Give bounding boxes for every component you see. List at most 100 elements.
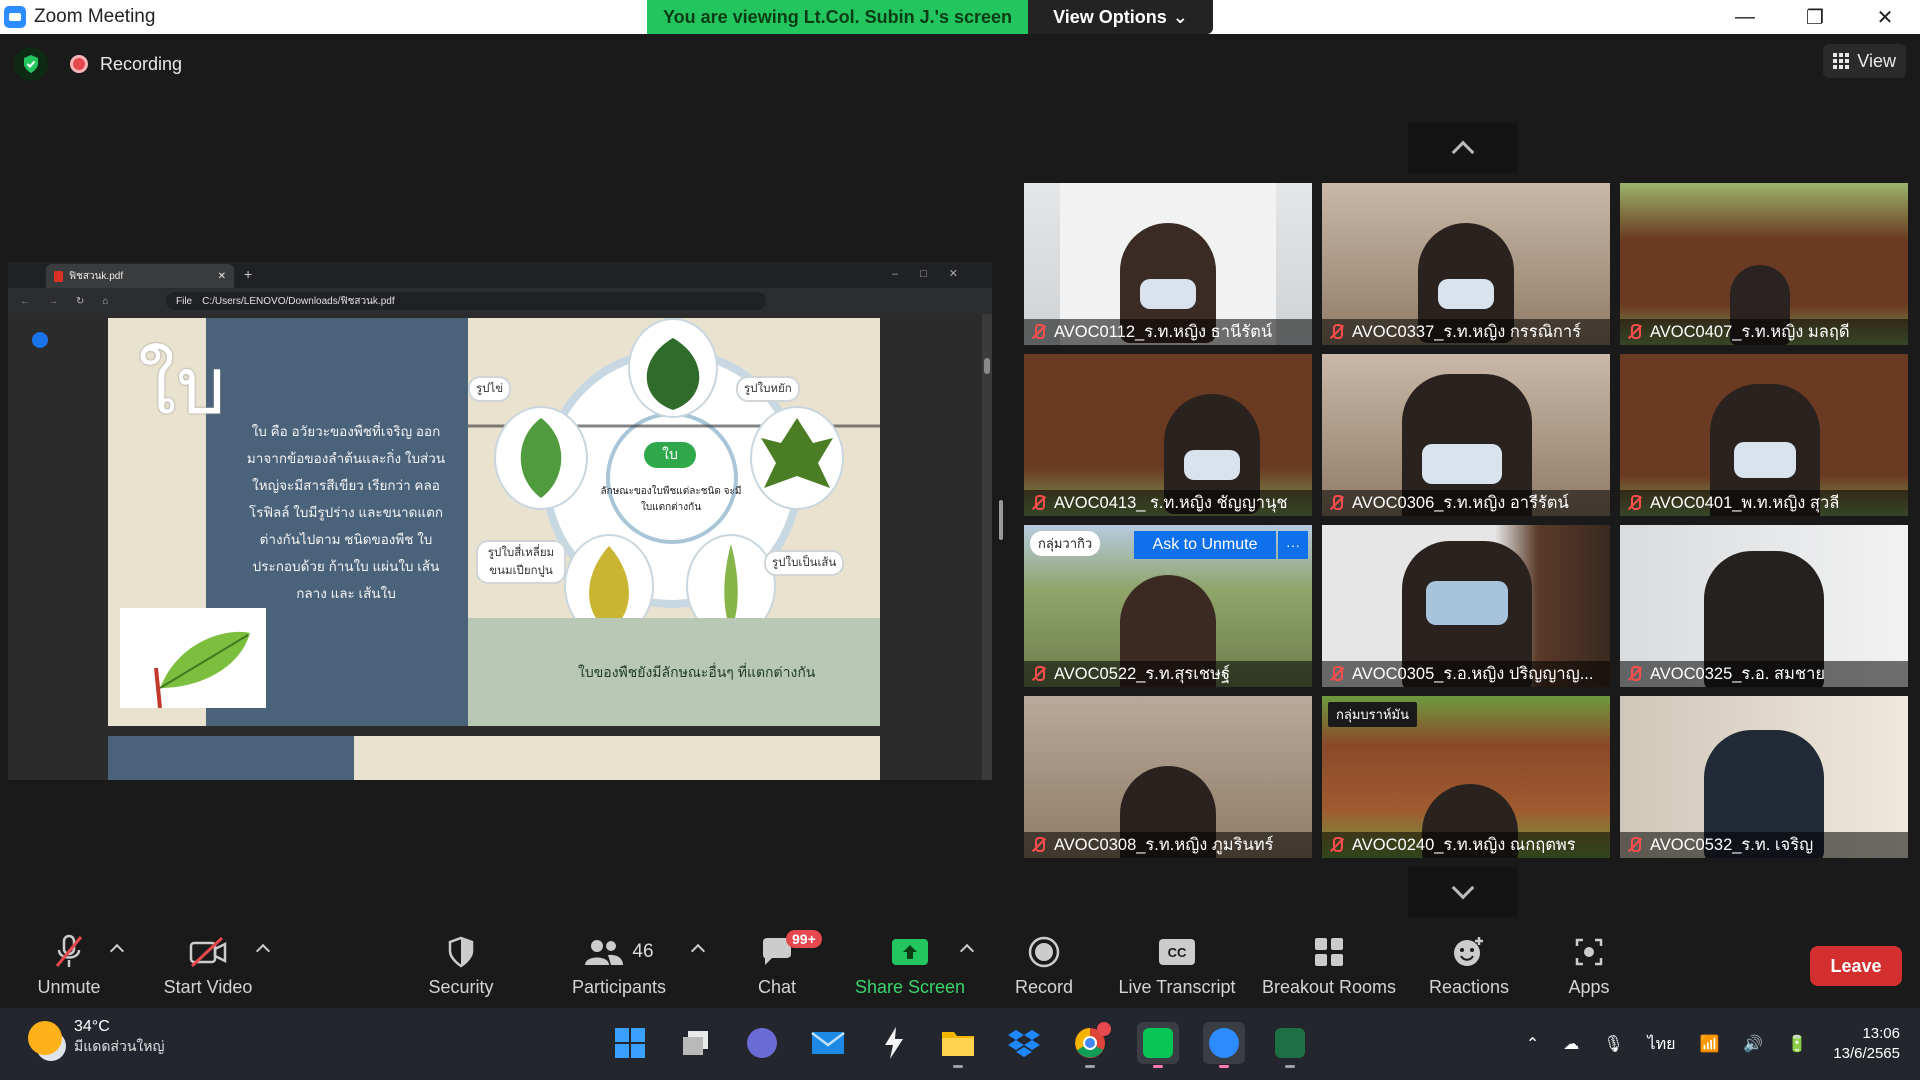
participant-name: AVOC0308_ร.ท.หญิง ภูมรินทร์ <box>1054 836 1274 854</box>
chevron-up-icon[interactable]: ⌃ <box>1526 1034 1539 1054</box>
home-icon[interactable]: ⌂ <box>102 296 108 307</box>
line-app[interactable] <box>1137 1022 1179 1068</box>
more-options-button[interactable]: ··· <box>1278 531 1308 559</box>
file-explorer-app[interactable] <box>937 1022 979 1068</box>
recording-icon[interactable] <box>70 55 88 73</box>
weather-widget[interactable]: 34°C มีแดดส่วนใหญ่ <box>28 1018 164 1058</box>
chat-button[interactable]: 99+ Chat <box>748 924 822 1008</box>
chrome-app[interactable] <box>1069 1022 1111 1068</box>
apps-button[interactable]: Apps <box>1564 924 1614 1008</box>
close-icon[interactable]: ✕ <box>1850 0 1920 34</box>
volume-icon[interactable]: 🔊 <box>1743 1034 1763 1054</box>
onedrive-cloud-icon[interactable]: ☁ <box>1563 1034 1579 1054</box>
gallery-page-down-button[interactable] <box>1408 867 1518 917</box>
breakout-rooms-button[interactable]: Breakout Rooms <box>1258 924 1400 1008</box>
zoom-logo-icon <box>4 6 26 28</box>
participant-name: AVOC0532_ร.ท. เจริญ <box>1650 836 1814 854</box>
input-language[interactable]: ไทย <box>1648 1032 1676 1057</box>
participants-button[interactable]: 46 Participants <box>566 924 672 1008</box>
address-bar[interactable]: File C:/Users/LENOVO/Downloads/ฟิชสวนk.p… <box>166 292 766 310</box>
video-tile[interactable]: AVOC0532_ร.ท. เจริญ <box>1620 696 1908 858</box>
start-menu-button[interactable] <box>609 1022 651 1064</box>
mic-muted-icon <box>1624 835 1644 855</box>
clock-time: 13:06 <box>1862 1025 1900 1042</box>
mic-muted-icon <box>1624 322 1644 342</box>
mic-muted-icon <box>1624 493 1644 513</box>
mail-app[interactable] <box>807 1022 849 1064</box>
participant-name: AVOC0401_พ.ท.หญิง สุวลี <box>1650 494 1840 512</box>
pdf-scrollbar[interactable] <box>982 314 992 780</box>
app-lightning[interactable] <box>873 1022 915 1064</box>
microphone-icon[interactable]: 🎙 <box>1603 1034 1623 1054</box>
apps-label: Apps <box>1568 977 1610 997</box>
zoom-app[interactable] <box>1203 1022 1245 1068</box>
start-video-button[interactable]: Start Video <box>158 924 258 1008</box>
record-button[interactable]: Record <box>1010 924 1078 1008</box>
participants-label: Participants <box>571 977 667 997</box>
battery-icon[interactable]: 🔋 <box>1787 1034 1807 1054</box>
ask-to-unmute-button[interactable]: Ask to Unmute <box>1134 531 1276 559</box>
video-tile[interactable]: AVOC0407_ร.ท.หญิง มลฤดี <box>1620 183 1908 345</box>
mic-muted-icon <box>1028 835 1048 855</box>
splitter-handle[interactable] <box>999 500 1003 540</box>
dropbox-app[interactable] <box>1003 1022 1045 1064</box>
apps-icon <box>1573 930 1605 974</box>
weather-temperature: 34°C <box>74 1018 110 1035</box>
participants-options-caret[interactable] <box>690 943 706 959</box>
video-tile[interactable]: AVOC0413_ ร.ท.หญิง ชัญญานุช <box>1024 354 1312 516</box>
security-button[interactable]: Security <box>422 924 500 1008</box>
unmute-button[interactable]: Unmute <box>30 924 108 1008</box>
encryption-shield-icon[interactable] <box>14 47 48 81</box>
lightning-icon <box>885 1027 903 1059</box>
video-tile[interactable]: AVOC0337_ร.ท.หญิง กรรณิการ์ <box>1322 183 1610 345</box>
leaf-label-lobed: รูปใบหยัก <box>738 378 798 400</box>
gallery-page-up-button[interactable] <box>1408 123 1518 173</box>
browser-tab-strip: ฟิชสวนk.pdf ✕ + –□✕ <box>8 262 992 288</box>
task-view-button[interactable] <box>675 1022 717 1064</box>
back-icon[interactable]: ← <box>20 296 30 307</box>
video-tile[interactable]: กลุ่มบราห์มัน AVOC0240_ร.ท.หญิง ณกฤตพร <box>1322 696 1610 858</box>
video-options-caret[interactable] <box>255 943 271 959</box>
refresh-icon[interactable]: ↻ <box>76 296 84 307</box>
tab-close-icon[interactable]: ✕ <box>218 271 226 282</box>
windows-logo-icon <box>615 1028 645 1058</box>
line-icon <box>1143 1028 1173 1058</box>
mic-muted-icon <box>1326 493 1346 513</box>
minimize-icon[interactable]: — <box>1710 0 1780 34</box>
view-options-button[interactable]: View Options ⌄ <box>1028 0 1213 34</box>
pdf-icon <box>54 270 63 282</box>
new-tab-icon[interactable]: + <box>244 266 252 282</box>
record-icon <box>1027 930 1061 974</box>
excel-app[interactable] <box>1269 1022 1311 1068</box>
excel-icon <box>1275 1028 1305 1058</box>
tab-title: ฟิชสวนk.pdf <box>69 270 124 282</box>
participant-name: AVOC0337_ร.ท.หญิง กรรณิการ์ <box>1352 323 1582 341</box>
restore-icon[interactable]: ❐ <box>1780 0 1850 34</box>
live-transcript-button[interactable]: CC Live Transcript <box>1114 924 1240 1008</box>
browser-tab[interactable]: ฟิชสวนk.pdf ✕ <box>46 264 234 288</box>
participant-name: AVOC0306_ร.ท.หญิง อารีรัตน์ <box>1352 494 1569 512</box>
video-tile[interactable]: AVOC0325_ร.อ. สมชาย <box>1620 525 1908 687</box>
pdf-annotation-icon[interactable] <box>32 332 48 348</box>
audio-options-caret[interactable] <box>109 943 125 959</box>
reactions-button[interactable]: Reactions <box>1428 924 1510 1008</box>
video-tile[interactable]: AVOC0306_ร.ท.หญิง อารีรัตน์ <box>1322 354 1610 516</box>
shared-screen[interactable]: ฟิชสวนk.pdf ✕ + –□✕ ← → ↻ ⌂ File C:/User… <box>8 262 992 780</box>
video-tile[interactable]: AVOC0401_พ.ท.หญิง สุวลี <box>1620 354 1908 516</box>
pdf-viewer[interactable]: ใบ ใบ คือ อวัยวะของพืชที่เจริญ ออกมาจากข… <box>8 314 992 780</box>
participants-icon <box>585 940 624 965</box>
leave-button[interactable]: Leave <box>1810 946 1902 986</box>
forward-icon[interactable]: → <box>48 296 58 307</box>
video-tile[interactable]: AVOC0112_ร.ท.หญิง ธานีรัตน์ <box>1024 183 1312 345</box>
video-tile[interactable]: AVOC0305_ร.อ.หญิง ปริญญาญ... <box>1322 525 1610 687</box>
zoom-icon <box>1209 1028 1239 1058</box>
mic-muted-icon <box>1624 664 1644 684</box>
video-tile[interactable]: AVOC0308_ร.ท.หญิง ภูมรินทร์ <box>1024 696 1312 858</box>
wifi-icon[interactable]: 📶 <box>1700 1034 1720 1054</box>
clock[interactable]: 13:06 13/6/2565 <box>1833 1024 1900 1064</box>
view-layout-button[interactable]: View <box>1823 44 1906 78</box>
video-tile[interactable]: กลุ่มวากิว Ask to Unmute ··· AVOC0522_ร.… <box>1024 525 1312 687</box>
teams-chat-app[interactable] <box>741 1022 783 1064</box>
security-label: Security <box>428 977 494 997</box>
share-screen-button[interactable]: Share Screen <box>852 924 968 1008</box>
